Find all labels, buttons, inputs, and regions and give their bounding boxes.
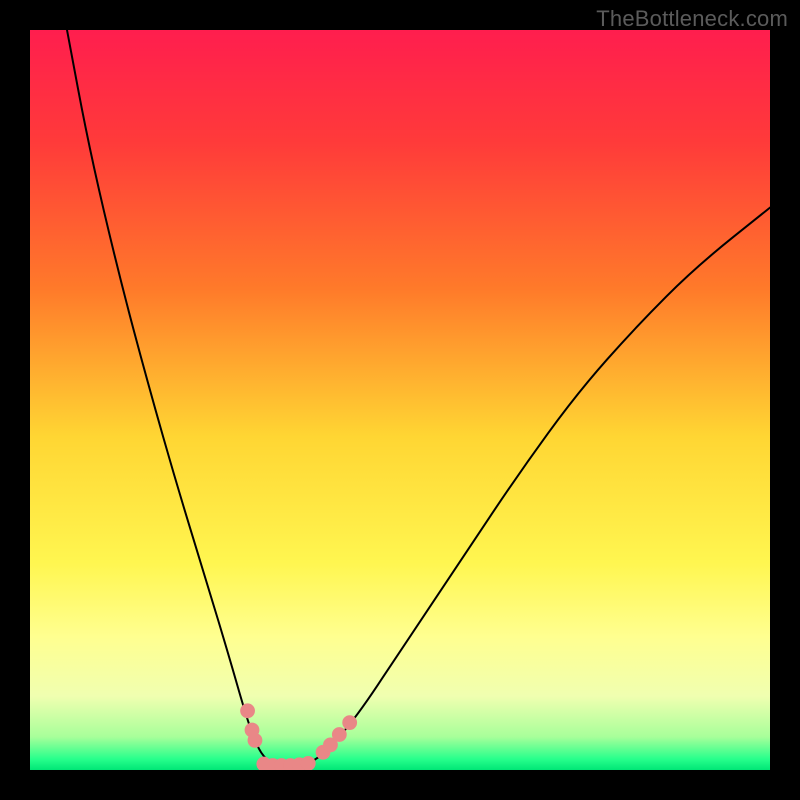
bottleneck-curve <box>67 30 770 766</box>
marker-dot <box>240 703 255 718</box>
watermark-text: TheBottleneck.com <box>596 6 788 32</box>
marker-group <box>240 703 357 770</box>
marker-dot <box>248 733 263 748</box>
marker-dot <box>332 727 347 742</box>
marker-dot <box>342 715 357 730</box>
chart-frame: TheBottleneck.com <box>0 0 800 800</box>
curve-layer <box>30 30 770 770</box>
plot-area <box>30 30 770 770</box>
marker-dot <box>301 756 316 770</box>
